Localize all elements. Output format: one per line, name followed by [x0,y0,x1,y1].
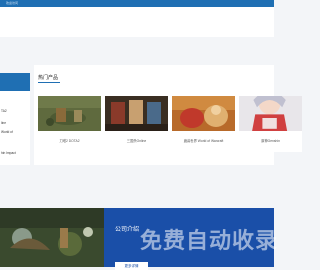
hot-products-section: 热门产品 刀塔2 DOTA2 三国杀Online 魔兽世界 World of W… [34,65,302,165]
top-bar: 欢迎访问 [0,0,274,7]
watermark-text: 免费自动收录 [140,228,279,253]
product-caption[interactable]: 刀塔2 DOTA2 [38,138,101,143]
product-caption[interactable]: 魔兽世界 World of Warcraft [172,138,235,143]
product-card[interactable]: 刀塔2 DOTA2 [38,96,101,152]
product-caption[interactable]: 原神Genshin [239,138,302,143]
sidebar-header [0,73,30,91]
section-title: 热门产品 [38,75,59,81]
product-caption[interactable]: 三国杀Online [105,138,168,143]
product-card[interactable]: 原神Genshin [239,96,302,152]
section-underline [38,82,60,83]
category-sidebar: TA2 line World of hin Impact [0,73,30,165]
company-banner-image [0,208,104,267]
top-bar-text: 欢迎访问 [6,1,19,5]
product-image [239,96,302,131]
product-card[interactable]: 魔兽世界 World of Warcraft [172,96,235,152]
sidebar-item[interactable]: World of [1,130,13,134]
product-image [38,96,101,131]
product-image [105,96,168,131]
product-card[interactable]: 三国杀Online [105,96,168,152]
company-title: 公司介绍 [115,227,140,233]
more-details-button[interactable]: 更多详情 [115,262,148,270]
sidebar-item[interactable]: line [1,121,6,125]
site-header [0,7,274,37]
sidebar-item[interactable]: TA2 [1,109,7,113]
sidebar-item[interactable]: hin Impact [1,151,16,155]
product-image [172,96,235,131]
